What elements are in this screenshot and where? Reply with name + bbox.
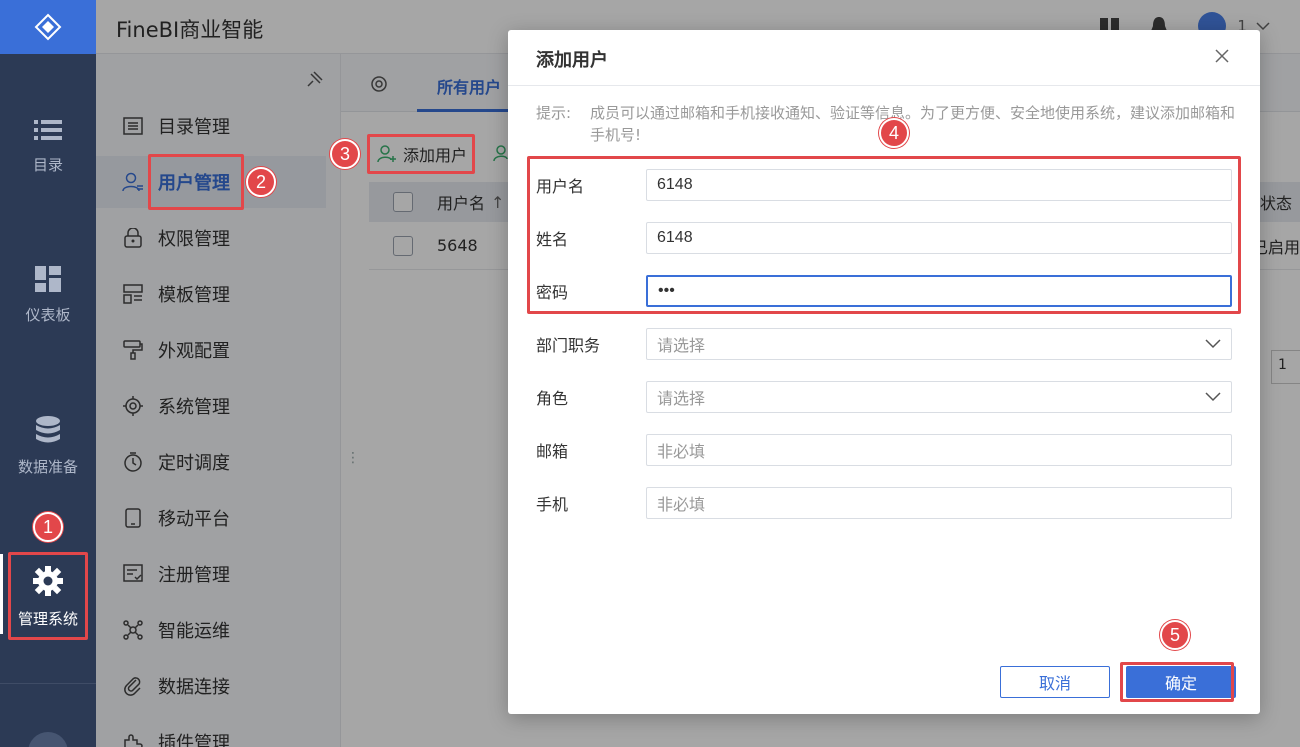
rail-label-dashboard: 仪表板 — [25, 306, 71, 324]
highlight-user-management — [148, 154, 244, 210]
avatar[interactable] — [28, 732, 68, 747]
logo-icon — [34, 13, 62, 41]
dialog-divider — [508, 85, 1260, 86]
rail-item-dashboard[interactable]: 仪表板 — [0, 266, 96, 325]
chevron-down-icon — [1205, 392, 1221, 402]
hint-label: 提示: — [536, 104, 572, 122]
rail-label-catalog: 目录 — [32, 156, 63, 174]
dialog-title: 添加用户 — [536, 50, 608, 71]
chevron-down-icon — [1205, 339, 1221, 349]
highlight-add-user — [367, 134, 475, 174]
phone-label: 手机 — [536, 495, 569, 514]
highlight-required-fields — [527, 156, 1241, 314]
database-icon — [36, 416, 60, 443]
add-user-dialog: 添加用户 提示: 成员可以通过邮箱和手机接收通知、验证等信息。为了更方便、安全地… — [508, 30, 1260, 714]
form-row-phone: 手机 非必填 — [536, 487, 1232, 519]
step-badge: 4 — [879, 118, 909, 148]
email-label: 邮箱 — [536, 442, 569, 461]
role-label: 角色 — [536, 389, 569, 408]
hint-text: 成员可以通过邮箱和手机接收通知、验证等信息。为了更方便、安全地使用系统，建议添加… — [590, 104, 1236, 144]
department-placeholder: 请选择 — [657, 338, 706, 355]
rail-item-catalog[interactable]: 目录 — [0, 118, 96, 175]
form-row-role: 角色 请选择 — [536, 381, 1232, 413]
list-icon — [34, 120, 62, 140]
rail-divider — [0, 683, 96, 684]
step-badge: 1 — [33, 512, 63, 542]
close-icon[interactable] — [1214, 48, 1230, 64]
highlight-confirm — [1120, 662, 1234, 702]
step-badge: 3 — [330, 139, 360, 169]
highlight-admin — [8, 552, 88, 640]
phone-field[interactable]: 非必填 — [646, 487, 1232, 519]
email-field[interactable]: 非必填 — [646, 434, 1232, 466]
form-row-department: 部门职务 请选择 — [536, 328, 1232, 360]
dashboard-icon — [35, 266, 61, 292]
department-label: 部门职务 — [536, 336, 601, 355]
step-badge: 5 — [1160, 620, 1190, 650]
form-row-email: 邮箱 非必填 — [536, 434, 1232, 466]
role-select[interactable]: 请选择 — [646, 381, 1232, 413]
department-select[interactable]: 请选择 — [646, 328, 1232, 360]
cancel-button[interactable]: 取消 — [1000, 666, 1110, 698]
role-placeholder: 请选择 — [657, 391, 706, 408]
logo[interactable] — [0, 0, 96, 54]
step-badge: 2 — [246, 167, 276, 197]
rail-item-data-prep[interactable]: 数据准备 — [0, 416, 96, 477]
rail-label-data-prep: 数据准备 — [17, 458, 78, 476]
